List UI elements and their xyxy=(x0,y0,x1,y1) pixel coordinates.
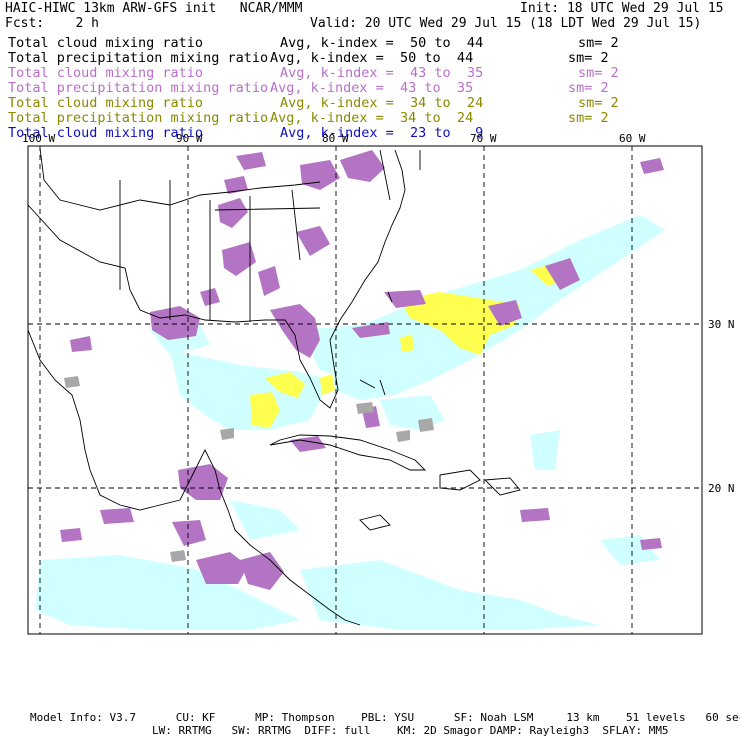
lon-label: 90 W xyxy=(176,132,203,145)
model-info-line1: Model Info: V3.7 CU: KF MP: Thompson PBL… xyxy=(30,711,740,724)
lon-label: 100 W xyxy=(22,132,56,145)
model-info-line2: LW: RRTMG SW: RRTMG DIFF: full KM: 2D Sm… xyxy=(152,724,669,737)
lon-label: 80 W xyxy=(322,132,349,145)
lon-label: 60 W xyxy=(619,132,646,145)
weather-map xyxy=(27,145,703,635)
lat-label: 20 N xyxy=(708,482,735,495)
lat-label: 30 N xyxy=(708,318,735,331)
lon-label: 70 W xyxy=(470,132,497,145)
